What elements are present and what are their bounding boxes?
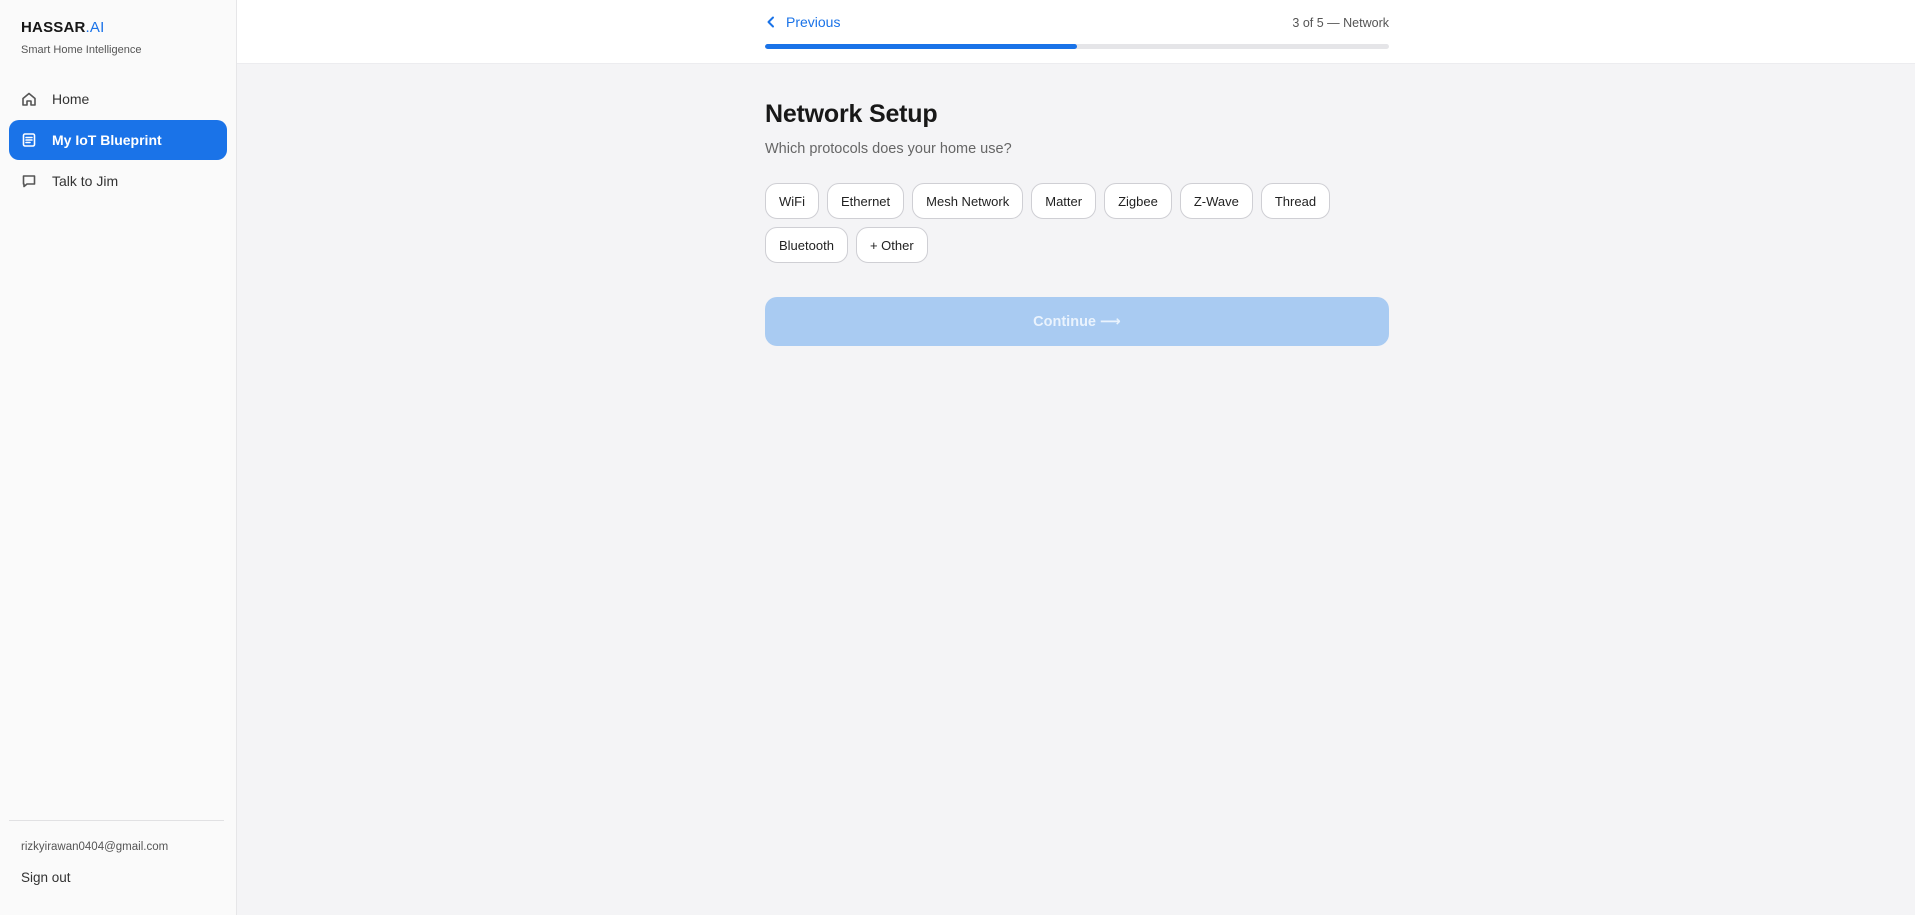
- network-setup-step: Network Setup Which protocols does your …: [765, 100, 1389, 346]
- progress-bar: [765, 44, 1389, 49]
- sidebar-item-talk-to-jim[interactable]: Talk to Jim: [9, 161, 227, 201]
- option-thread[interactable]: Thread: [1260, 183, 1331, 219]
- option-matter[interactable]: Matter: [1031, 183, 1097, 219]
- document-icon: [21, 132, 37, 148]
- top-bar-inner: Previous 3 of 5 — Network: [765, 0, 1389, 64]
- option-wifi[interactable]: WiFi: [765, 183, 819, 219]
- previous-button[interactable]: Previous: [765, 14, 840, 30]
- brand-tagline: Smart Home Intelligence: [21, 44, 142, 56]
- progress-bar-fill: [765, 44, 1077, 49]
- chevron-left-icon: [767, 16, 774, 28]
- sidebar-item-label: Home: [52, 91, 90, 107]
- option-z-wave[interactable]: Z-Wave: [1179, 183, 1253, 219]
- protocol-options: WiFi Ethernet Mesh Network Matter Zigbee…: [765, 183, 1389, 271]
- user-email: rizkyirawan0404@gmail.com: [21, 841, 169, 853]
- sidebar-footer: rizkyirawan0404@gmail.com Sign out: [9, 820, 224, 885]
- brand-accent: .AI: [85, 19, 105, 36]
- sidebar-item-label: My IoT Blueprint: [52, 132, 162, 148]
- brand-logo[interactable]: HASSAR.AI: [21, 19, 236, 36]
- sidebar: HASSAR.AI Smart Home Intelligence Home M…: [0, 0, 237, 915]
- option-zigbee[interactable]: Zigbee: [1104, 183, 1172, 219]
- option-bluetooth[interactable]: Bluetooth: [765, 227, 848, 263]
- sidebar-nav: Home My IoT Blueprint Talk to Jim: [0, 79, 236, 202]
- main-area: Previous 3 of 5 — Network Network Setup …: [237, 0, 1915, 915]
- brand: HASSAR.AI Smart Home Intelligence: [0, 0, 236, 56]
- sidebar-item-home[interactable]: Home: [9, 79, 227, 119]
- step-indicator: 3 of 5 — Network: [1292, 16, 1389, 30]
- top-bar: Previous 3 of 5 — Network: [237, 0, 1915, 64]
- sidebar-item-my-iot-blueprint[interactable]: My IoT Blueprint: [9, 120, 227, 160]
- page-title: Network Setup: [765, 100, 938, 128]
- option-other[interactable]: + Other: [855, 227, 928, 263]
- chat-icon: [21, 173, 37, 189]
- page-subtitle: Which protocols does your home use?: [765, 141, 1012, 157]
- previous-label: Previous: [786, 14, 841, 30]
- sidebar-item-label: Talk to Jim: [52, 173, 119, 189]
- continue-button[interactable]: Continue ⟶: [765, 297, 1389, 346]
- option-ethernet[interactable]: Ethernet: [827, 183, 905, 219]
- sign-out-button[interactable]: Sign out: [9, 870, 224, 885]
- brand-name: HASSAR: [21, 19, 86, 36]
- option-mesh-network[interactable]: Mesh Network: [912, 183, 1024, 219]
- home-icon: [21, 91, 37, 107]
